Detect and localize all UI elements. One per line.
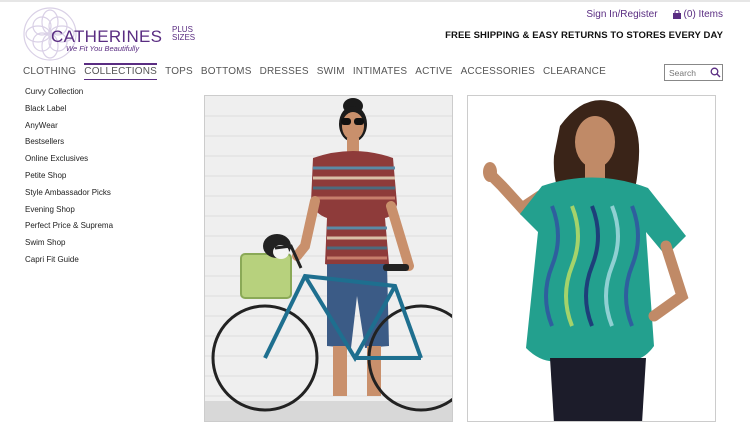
sidebar-item-swim-shop[interactable]: Swim Shop <box>25 237 113 254</box>
top-border <box>0 0 750 2</box>
sidebar-item-evening-shop[interactable]: Evening Shop <box>25 204 113 221</box>
nav-swim[interactable]: SWIM <box>317 66 345 80</box>
sidebar-item-bestsellers[interactable]: Bestsellers <box>25 136 113 153</box>
sign-in-link[interactable]: Sign In/Register <box>586 9 657 20</box>
bicycle-photo-illustration <box>205 96 452 421</box>
search-input[interactable] <box>665 65 709 80</box>
bag-count: (0) Items <box>683 9 723 20</box>
account-links: Sign In/Register (0) Items <box>586 9 723 20</box>
sidebar-item-petite-shop[interactable]: Petite Shop <box>25 170 113 187</box>
product-image-bicycle[interactable] <box>204 95 453 422</box>
nav-tops[interactable]: TOPS <box>165 66 193 80</box>
nav-active[interactable]: ACTIVE <box>415 66 452 80</box>
collections-sidebar: Curvy Collection Black Label AnyWear Bes… <box>25 86 113 271</box>
sidebar-item-black-label[interactable]: Black Label <box>25 103 113 120</box>
search-box <box>664 64 723 81</box>
shopping-bag-link[interactable]: (0) Items <box>672 9 723 20</box>
shopping-bag-icon <box>672 10 681 19</box>
product-image-printed-top[interactable] <box>467 95 716 422</box>
nav-bottoms[interactable]: BOTTOMS <box>201 66 252 80</box>
brand-logo[interactable]: CATHERINES PLUS SIZES We Fit You Beautif… <box>22 6 195 62</box>
search-icon[interactable] <box>710 67 721 78</box>
nav-clothing[interactable]: CLOTHING <box>23 66 76 80</box>
nav-collections[interactable]: COLLECTIONS <box>84 63 158 80</box>
sidebar-item-capri-fit-guide[interactable]: Capri Fit Guide <box>25 254 113 271</box>
nav-accessories[interactable]: ACCESSORIES <box>461 66 535 80</box>
brand-plus-sizes: PLUS SIZES <box>172 25 196 42</box>
nav-dresses[interactable]: DRESSES <box>260 66 309 80</box>
nav-intimates[interactable]: INTIMATES <box>353 66 407 80</box>
sidebar-item-curvy-collection[interactable]: Curvy Collection <box>25 86 113 103</box>
sidebar-item-online-exclusives[interactable]: Online Exclusives <box>25 153 113 170</box>
main-nav: CLOTHING COLLECTIONS TOPS BOTTOMS DRESSE… <box>23 63 614 80</box>
printed-top-photo-illustration <box>468 96 715 421</box>
nav-clearance[interactable]: CLEARANCE <box>543 66 606 80</box>
sidebar-item-perfect-price-suprema[interactable]: Perfect Price & Suprema <box>25 220 113 237</box>
sidebar-item-anywear[interactable]: AnyWear <box>25 120 113 137</box>
promo-banner: FREE SHIPPING & EASY RETURNS TO STORES E… <box>445 30 723 41</box>
brand-tagline: We Fit You Beautifully <box>66 44 140 53</box>
sidebar-item-style-ambassador-picks[interactable]: Style Ambassador Picks <box>25 187 113 204</box>
